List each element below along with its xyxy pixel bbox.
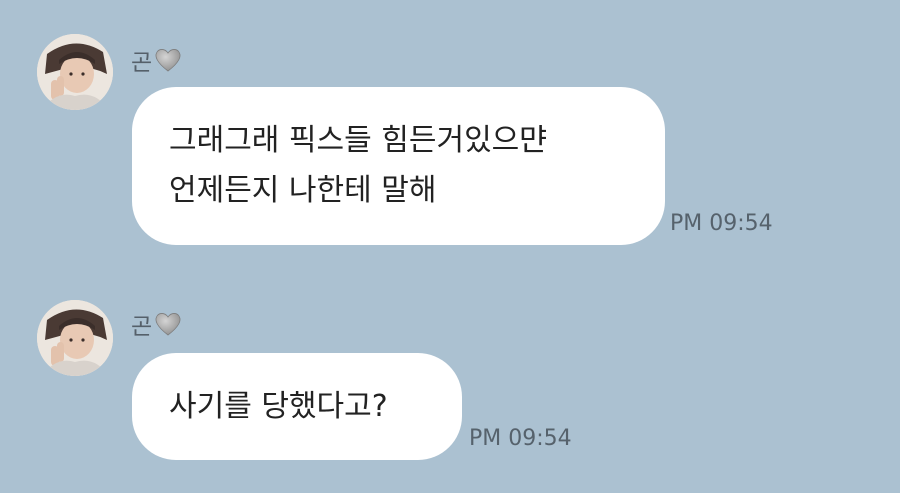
sender-name: 곤 <box>131 314 153 340</box>
message-timestamp: PM 09:54 <box>670 211 773 236</box>
message-text-line: 그래그래 픽스들 힘든거있으먄 <box>169 123 547 158</box>
message-text-line: 언제든지 나한테 말해 <box>169 173 437 208</box>
message-bubble[interactable]: 사기를 당했다고? <box>132 353 462 460</box>
grey-heart-icon <box>154 311 182 337</box>
profile-photo-icon <box>37 300 113 376</box>
message-text-line: 사기를 당했다고? <box>169 389 388 424</box>
message-bubble[interactable]: 그래그래 픽스들 힘든거있으먄 언제든지 나한테 말해 <box>132 87 665 245</box>
sender-name-row: 곤 <box>131 307 182 341</box>
sender-avatar[interactable] <box>37 34 113 110</box>
profile-photo-icon <box>37 34 113 110</box>
sender-name: 곤 <box>131 50 153 76</box>
grey-heart-icon <box>154 47 182 73</box>
message-timestamp: PM 09:54 <box>469 426 572 451</box>
sender-name-row: 곤 <box>131 43 182 77</box>
sender-avatar[interactable] <box>37 300 113 376</box>
